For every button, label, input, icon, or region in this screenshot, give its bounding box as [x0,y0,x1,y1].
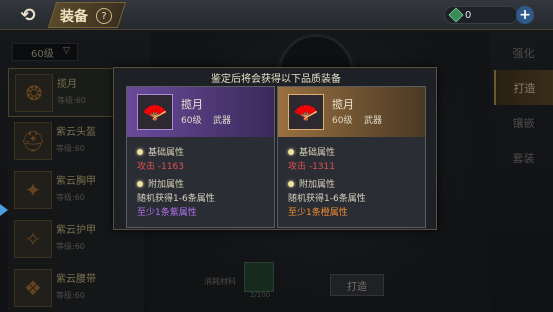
extra-attr-label: 附加属性 [299,180,336,190]
card-name: 揽月 [181,98,203,111]
extra-attr-heading: 附加属性 [288,177,335,190]
bullet-icon [137,148,143,155]
back-button[interactable]: ⟲ [4,3,52,27]
extra-attr-note: 至少1条橙属性 [288,208,348,218]
card-header: 🪭 揽月 60级 武器 [278,87,425,137]
base-attr-label: 基础属性 [148,148,185,158]
page-title: 装备 [60,9,88,25]
bullet-icon [288,148,294,155]
base-attr-value: 攻击 -1163 [137,162,185,172]
bullet-icon [288,180,294,187]
add-currency-button[interactable]: + [516,6,534,24]
base-attr-label: 基础属性 [299,148,336,158]
identify-result-modal: 鉴定后将会获得以下品质装备 🪭 揽月 60级 武器 基础属性 攻击 -1163 … [113,67,437,230]
extra-attr-heading: 附加属性 [137,177,184,190]
extra-attr-label: 附加属性 [148,180,185,190]
orange-quality-card: 🪭 揽月 60级 武器 基础属性 攻击 -1311 附加属性 随机获得1-6条属… [277,86,426,228]
extra-attr-line: 随机获得1-6条属性 [288,194,366,204]
help-icon[interactable]: ? [96,8,112,24]
bullet-icon [137,180,143,187]
currency-value: 0 [465,10,472,21]
card-header: 🪭 揽月 60级 武器 [127,87,274,137]
fan-icon: 🪭 [137,94,173,130]
back-arrow-icon: ⟲ [20,4,36,26]
card-type: 武器 [364,116,383,126]
card-level: 60级 [181,116,202,126]
base-attr-heading: 基础属性 [288,145,335,158]
currency-box: 0 [444,6,518,24]
gem-icon [448,7,464,23]
expand-arrow-icon[interactable] [0,204,8,216]
card-level: 60级 [332,116,353,126]
card-type: 武器 [213,116,232,126]
base-attr-heading: 基础属性 [137,145,184,158]
extra-attr-line: 随机获得1-6条属性 [137,194,215,204]
fan-icon: 🪭 [288,94,324,130]
card-name: 揽月 [332,98,354,111]
purple-quality-card: 🪭 揽月 60级 武器 基础属性 攻击 -1163 附加属性 随机获得1-6条属… [126,86,275,228]
modal-title: 鉴定后将会获得以下品质装备 [211,74,341,85]
top-bar: ⟲ 装备 ? 0 + [0,0,553,30]
base-attr-value: 攻击 -1311 [288,162,336,172]
extra-attr-note: 至少1条紫属性 [137,208,197,218]
